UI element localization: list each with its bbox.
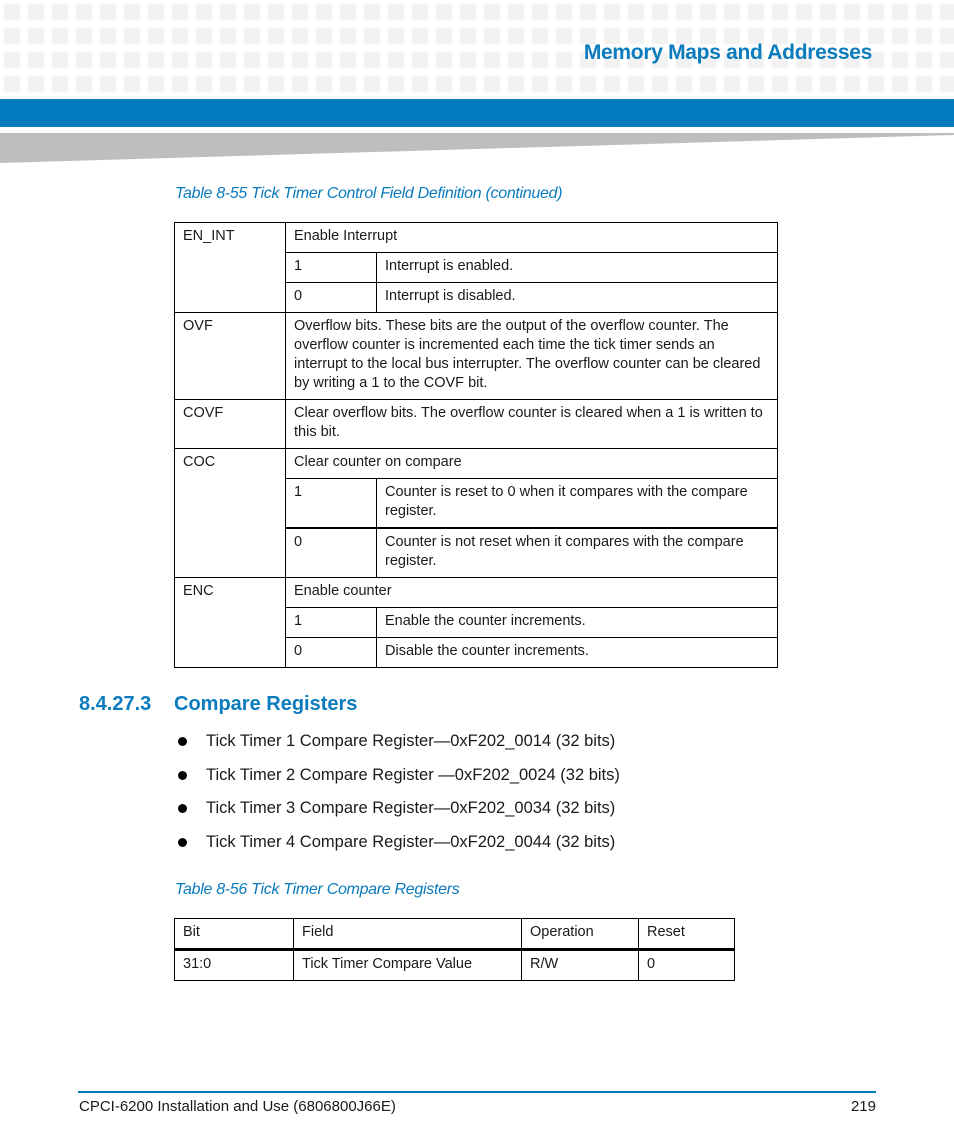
table-row: EN_INT Enable Interrupt [174, 222, 778, 313]
field-name: ENC [174, 577, 286, 668]
field-value: 1 [285, 607, 377, 638]
table-row: COVF Clear overflow bits. The overflow c… [174, 399, 778, 449]
header-gray-wedge [0, 133, 954, 163]
field-value: 0 [285, 637, 377, 668]
table-caption: Table 8-55 Tick Timer Control Field Defi… [175, 185, 563, 202]
field-description: Clear overflow bits. The overflow counte… [285, 399, 778, 449]
section-heading: 8.4.27.3 Compare Registers [79, 693, 357, 716]
field-name: COC [174, 448, 286, 578]
field-value: 1 [285, 478, 377, 529]
field-value-meaning: Disable the counter increments. [376, 637, 778, 668]
table-row: COC Clear counter on compare [174, 448, 778, 578]
bullet-icon [178, 737, 187, 746]
bullet-icon [178, 804, 187, 814]
column-header: Reset [638, 918, 735, 951]
register-list: Tick Timer 1 Compare Register—0xF202_001… [178, 730, 620, 864]
section-title: Compare Registers [174, 693, 358, 715]
table-cell: 0 [638, 949, 735, 981]
table-row: ENC Enable counter [174, 577, 778, 668]
list-item: Tick Timer 4 Compare Register—0xF202_004… [178, 831, 620, 865]
footer-document-title: CPCI-6200 Installation and Use (6806800J… [79, 1098, 396, 1115]
footer-rule [78, 1091, 876, 1093]
column-header: Field [293, 918, 522, 951]
field-name: OVF [174, 312, 286, 400]
column-header: Bit [174, 918, 294, 951]
field-value-meaning: Enable the counter increments. [376, 607, 778, 638]
table-caption: Table 8-56 Tick Timer Compare Registers [175, 881, 460, 898]
list-item: Tick Timer 2 Compare Register —0xF202_00… [178, 764, 620, 798]
field-value: 0 [285, 527, 377, 578]
table-cell: R/W [521, 949, 639, 981]
bullet-icon [178, 837, 187, 847]
field-description: Enable counter [285, 577, 778, 608]
bullet-icon [178, 770, 187, 780]
field-name: EN_INT [174, 222, 286, 313]
table-header-row: Bit Field Operation Reset [174, 918, 735, 951]
column-header: Operation [521, 918, 639, 951]
chapter-title: Memory Maps and Addresses [583, 41, 872, 64]
field-name: COVF [174, 399, 286, 449]
page-number: 219 [850, 1098, 876, 1115]
table-cell: Tick Timer Compare Value [293, 949, 522, 981]
tick-timer-compare-table: Bit Field Operation Reset 31:0 Tick Time… [174, 918, 735, 981]
list-item: Tick Timer 3 Compare Register—0xF202_003… [178, 797, 620, 831]
field-description: Enable Interrupt [285, 222, 778, 253]
field-description: Clear counter on compare [285, 448, 778, 479]
table-cell: 31:0 [174, 949, 294, 981]
field-value-meaning: Interrupt is disabled. [376, 282, 778, 313]
list-item: Tick Timer 1 Compare Register—0xF202_001… [178, 730, 620, 764]
field-value-meaning: Counter is reset to 0 when it compares w… [376, 478, 778, 529]
table-row: 31:0 Tick Timer Compare Value R/W 0 [174, 949, 735, 981]
field-value-meaning: Interrupt is enabled. [376, 252, 778, 283]
header-blue-band [0, 99, 954, 127]
field-value: 0 [285, 282, 377, 313]
tick-timer-control-table: EN_INT Enable Interrupt 1 Interrupt is e… [174, 222, 778, 668]
table-row: OVF Overflow bits. These bits are the ou… [174, 312, 778, 400]
field-value: 1 [285, 252, 377, 283]
field-description: Overflow bits. These bits are the output… [285, 312, 778, 400]
field-value-meaning: Counter is not reset when it compares wi… [376, 527, 778, 578]
section-number: 8.4.27.3 [79, 693, 152, 715]
